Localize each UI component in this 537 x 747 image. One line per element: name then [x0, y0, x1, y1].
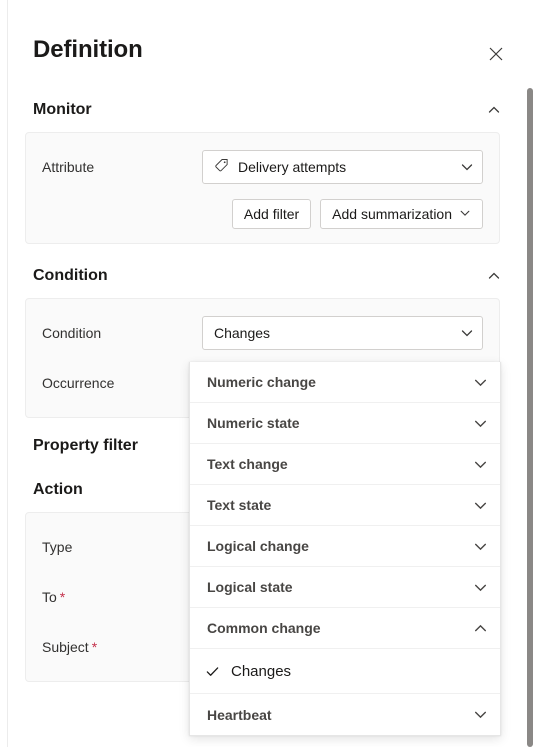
occurrence-label: Occurrence — [42, 375, 115, 391]
dropdown-group-common-change[interactable]: Common change — [190, 608, 500, 649]
chevron-down-icon — [473, 416, 488, 431]
required-marker: * — [59, 589, 66, 605]
dropdown-option-changes[interactable]: Changes — [190, 649, 500, 694]
dropdown-group-numeric-state[interactable]: Numeric state — [190, 403, 500, 444]
condition-value: Changes — [214, 325, 271, 341]
chevron-down-icon — [460, 326, 474, 340]
chevron-down-icon — [473, 580, 488, 595]
chevron-down-icon — [460, 160, 474, 174]
chevron-down-icon — [473, 707, 488, 722]
monitor-button-row: Add filter Add summarization — [42, 199, 483, 229]
chevron-down-icon — [459, 206, 471, 222]
type-label: Type — [42, 539, 73, 555]
panel-left-edge — [0, 0, 8, 747]
section-header-condition[interactable]: Condition — [9, 254, 519, 298]
check-icon — [205, 664, 227, 679]
add-summarization-label: Add summarization — [332, 206, 452, 222]
dropdown-group-logical-state[interactable]: Logical state — [190, 567, 500, 608]
chevron-down-icon — [473, 457, 488, 472]
attribute-value: Delivery attempts — [238, 159, 347, 175]
section-title-condition: Condition — [33, 267, 108, 284]
monitor-card: Attribute Delivery attempts Add filter A… — [25, 132, 500, 244]
page-title: Definition — [33, 36, 143, 63]
close-glyph — [489, 47, 503, 61]
chevron-down-icon — [473, 498, 488, 513]
chevron-up-icon — [478, 94, 510, 126]
condition-row: Condition Changes — [42, 313, 483, 353]
dropdown-group-numeric-change[interactable]: Numeric change — [190, 362, 500, 403]
required-marker: * — [91, 639, 98, 655]
to-label: To * — [42, 589, 66, 605]
close-icon[interactable] — [480, 38, 512, 70]
dropdown-group-logical-change[interactable]: Logical change — [190, 526, 500, 567]
chevron-down-icon — [473, 375, 488, 390]
condition-dropdown-list: Numeric change Numeric state Text change… — [189, 362, 501, 736]
subject-label: Subject * — [42, 639, 98, 655]
panel-header: Definition — [9, 0, 519, 88]
vertical-scrollbar-track[interactable] — [521, 0, 537, 747]
condition-label: Condition — [42, 325, 102, 341]
attribute-select[interactable]: Delivery attempts — [202, 150, 483, 184]
definition-flyout-panel: Definition Monitor Attribute Delivery at… — [0, 0, 537, 747]
dropdown-group-text-state[interactable]: Text state — [190, 485, 500, 526]
tag-icon — [214, 158, 229, 176]
add-summarization-button[interactable]: Add summarization — [320, 199, 483, 229]
chevron-up-icon — [478, 260, 510, 292]
chevron-up-icon — [473, 621, 488, 636]
dropdown-group-heartbeat[interactable]: Heartbeat — [190, 694, 500, 735]
attribute-label: Attribute — [42, 159, 95, 175]
section-header-monitor[interactable]: Monitor — [9, 88, 519, 132]
add-filter-button[interactable]: Add filter — [231, 199, 312, 229]
chevron-down-icon — [473, 539, 488, 554]
section-title-monitor: Monitor — [33, 101, 92, 118]
vertical-scrollbar-thumb[interactable] — [527, 88, 533, 747]
condition-select[interactable]: Changes — [202, 316, 483, 350]
attribute-row: Attribute Delivery attempts — [42, 147, 483, 187]
dropdown-group-text-change[interactable]: Text change — [190, 444, 500, 485]
